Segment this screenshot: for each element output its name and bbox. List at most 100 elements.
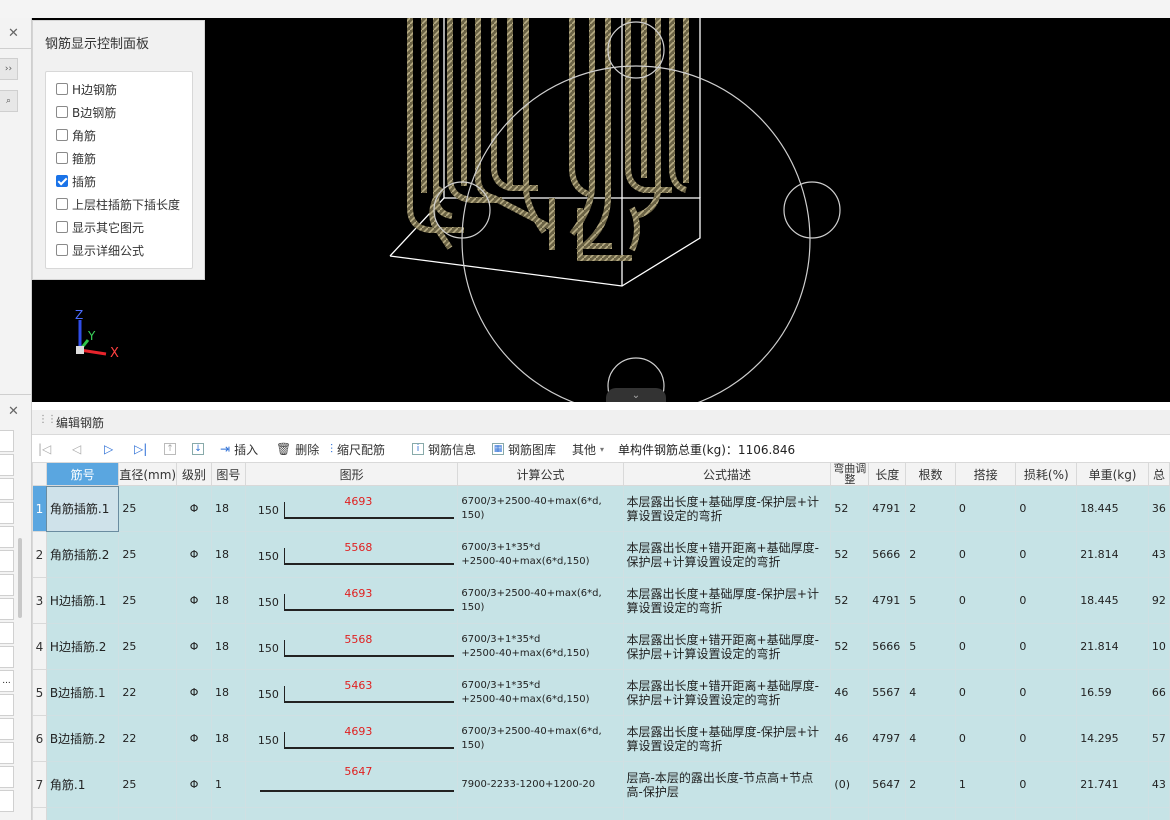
cell-bend-adjust[interactable]: (0): [830, 761, 870, 808]
cell-total[interactable]: 57: [1147, 715, 1170, 762]
col-header-bar-no[interactable]: 筋号: [45, 462, 120, 486]
cell-shape[interactable]: 150 4693: [244, 715, 459, 762]
cell-grade[interactable]: Φ: [176, 485, 212, 532]
search-icon[interactable]: ⌕: [0, 90, 18, 112]
col-header-length[interactable]: 长度: [868, 462, 907, 486]
checkbox-checked[interactable]: [56, 175, 68, 187]
left-cell[interactable]: [0, 766, 14, 788]
cell-figure-no[interactable]: 18: [210, 623, 246, 670]
delete-button[interactable]: 🗑 删除: [276, 440, 319, 458]
cell-total[interactable]: 66: [1147, 669, 1170, 716]
cell-lap[interactable]: 0: [954, 577, 1017, 624]
left-cell[interactable]: [0, 598, 14, 620]
cell-grade[interactable]: Φ: [176, 577, 212, 624]
table-row[interactable]: 层高-本层的露出长度-节点高+节点: [32, 807, 1170, 820]
cell-bend-adjust[interactable]: 46: [830, 715, 870, 762]
cell-unit-weight[interactable]: 14.295: [1076, 715, 1149, 762]
table-row[interactable]: 2 角筋插筋.2 25 Φ 18 150 5568 6700/3+1*35*d +2500-4…: [32, 531, 1170, 578]
cell-diameter[interactable]: 25: [118, 485, 178, 532]
option-dowel-rebar[interactable]: 插筋: [56, 172, 96, 190]
table-row[interactable]: 3 H边插筋.1 25 Φ 18 150 4693 6700/3+2500-40+max(6*…: [32, 577, 1170, 624]
cell-count[interactable]: 5: [905, 623, 956, 670]
cell-length[interactable]: 5647: [868, 761, 907, 808]
row-number[interactable]: 1: [32, 485, 47, 532]
last-record-icon[interactable]: ▷|: [134, 440, 151, 458]
rebar-library-button[interactable]: ▦ 钢筋图库: [492, 440, 556, 458]
col-header-grade[interactable]: 级别: [176, 462, 212, 486]
cell-loss[interactable]: 0: [1015, 577, 1078, 624]
cell-lap[interactable]: [954, 807, 1017, 820]
cell-shape[interactable]: 150 4693: [244, 577, 459, 624]
cell-formula[interactable]: 6700/3+1*35*d +2500-40+max(6*d,150): [457, 623, 624, 670]
cell-count[interactable]: 4: [905, 715, 956, 762]
row-number[interactable]: [32, 807, 47, 820]
left-cell[interactable]: [0, 790, 14, 812]
close-icon[interactable]: ✕: [8, 26, 19, 41]
cell-figure-no[interactable]: 18: [210, 577, 246, 624]
cell-bend-adjust[interactable]: [830, 807, 870, 820]
cell-bend-adjust[interactable]: 52: [830, 531, 870, 578]
col-header-figure-no[interactable]: 图号: [210, 462, 246, 486]
cell-unit-weight[interactable]: 21.741: [1076, 761, 1149, 808]
collapse-chevron-icon[interactable]: ⌄: [606, 388, 666, 402]
checkbox[interactable]: [56, 198, 68, 210]
col-header-formula[interactable]: 计算公式: [457, 462, 624, 486]
cell-diameter[interactable]: [118, 807, 178, 820]
option-stirrup[interactable]: 箍筋: [56, 149, 96, 167]
cell-figure-no[interactable]: 1: [210, 761, 246, 808]
left-cell[interactable]: [0, 646, 14, 668]
option-corner-rebar[interactable]: 角筋: [56, 126, 96, 144]
cell-shape[interactable]: 150 4693: [244, 485, 459, 532]
cell-total[interactable]: [1147, 807, 1170, 820]
cell-count[interactable]: 2: [905, 485, 956, 532]
checkbox[interactable]: [56, 244, 68, 256]
cell-loss[interactable]: 0: [1015, 715, 1078, 762]
left-cell[interactable]: [0, 622, 14, 644]
cell-loss[interactable]: [1015, 807, 1078, 820]
cell-formula-desc[interactable]: 本层露出长度+错开距离+基础厚度-保护层+计算设置设定的弯折: [622, 531, 832, 578]
col-header-shape[interactable]: 图形: [244, 462, 459, 486]
cell-unit-weight[interactable]: [1076, 807, 1149, 820]
cell-formula[interactable]: [457, 807, 624, 820]
cell-lap[interactable]: 0: [954, 669, 1017, 716]
cell-loss[interactable]: 0: [1015, 485, 1078, 532]
cell-grade[interactable]: Φ: [176, 531, 212, 578]
cell-shape[interactable]: [244, 807, 459, 820]
cell-count[interactable]: 2: [905, 531, 956, 578]
cell-bar-no[interactable]: H边插筋.1: [45, 577, 120, 624]
cell-loss[interactable]: 0: [1015, 623, 1078, 670]
cell-diameter[interactable]: 22: [118, 669, 178, 716]
cell-formula-desc[interactable]: 本层露出长度+基础厚度-保护层+计算设置设定的弯折: [622, 715, 832, 762]
cell-loss[interactable]: 0: [1015, 669, 1078, 716]
row-number[interactable]: 4: [32, 623, 47, 670]
cell-figure-no[interactable]: [210, 807, 246, 820]
cell-grade[interactable]: [176, 807, 212, 820]
cell-bar-no[interactable]: [45, 807, 120, 820]
move-down-icon[interactable]: ↓: [192, 440, 208, 458]
cell-total[interactable]: 43: [1147, 761, 1170, 808]
cell-bar-no[interactable]: B边插筋.2: [45, 715, 120, 762]
option-show-other-elements[interactable]: 显示其它图元: [56, 218, 144, 236]
cell-grade[interactable]: Φ: [176, 623, 212, 670]
option-h-side-rebar[interactable]: H边钢筋: [56, 80, 117, 98]
left-cell[interactable]: [0, 550, 14, 572]
left-cell[interactable]: [0, 502, 14, 524]
col-header-diameter[interactable]: 直径(mm): [118, 462, 178, 486]
table-row[interactable]: 7 角筋.1 25 Φ 1 5647 7900-2233-1200+1200-20 层高-本层…: [32, 761, 1170, 808]
checkbox[interactable]: [56, 83, 68, 95]
ellipsis-button[interactable]: ...: [0, 670, 14, 692]
table-row[interactable]: 6 B边插筋.2 22 Φ 18 150 4693 6700/3+2500-40+max(6*…: [32, 715, 1170, 762]
cell-shape[interactable]: 150 5568: [244, 531, 459, 578]
cell-formula[interactable]: 6700/3+2500-40+max(6*d, 150): [457, 577, 624, 624]
cell-formula-desc[interactable]: 层高-本层的露出长度-节点高+节点高-保护层: [622, 761, 832, 808]
row-number[interactable]: 3: [32, 577, 47, 624]
cell-diameter[interactable]: 22: [118, 715, 178, 762]
close-icon[interactable]: ✕: [8, 404, 19, 419]
cell-formula-desc[interactable]: 本层露出长度+基础厚度-保护层+计算设置设定的弯折: [622, 577, 832, 624]
cell-grade[interactable]: Φ: [176, 669, 212, 716]
cell-lap[interactable]: 0: [954, 485, 1017, 532]
cell-unit-weight[interactable]: 18.445: [1076, 577, 1149, 624]
expand-more-icon[interactable]: ››: [0, 58, 18, 80]
cell-formula[interactable]: 6700/3+1*35*d +2500-40+max(6*d,150): [457, 531, 624, 578]
cell-figure-no[interactable]: 18: [210, 485, 246, 532]
